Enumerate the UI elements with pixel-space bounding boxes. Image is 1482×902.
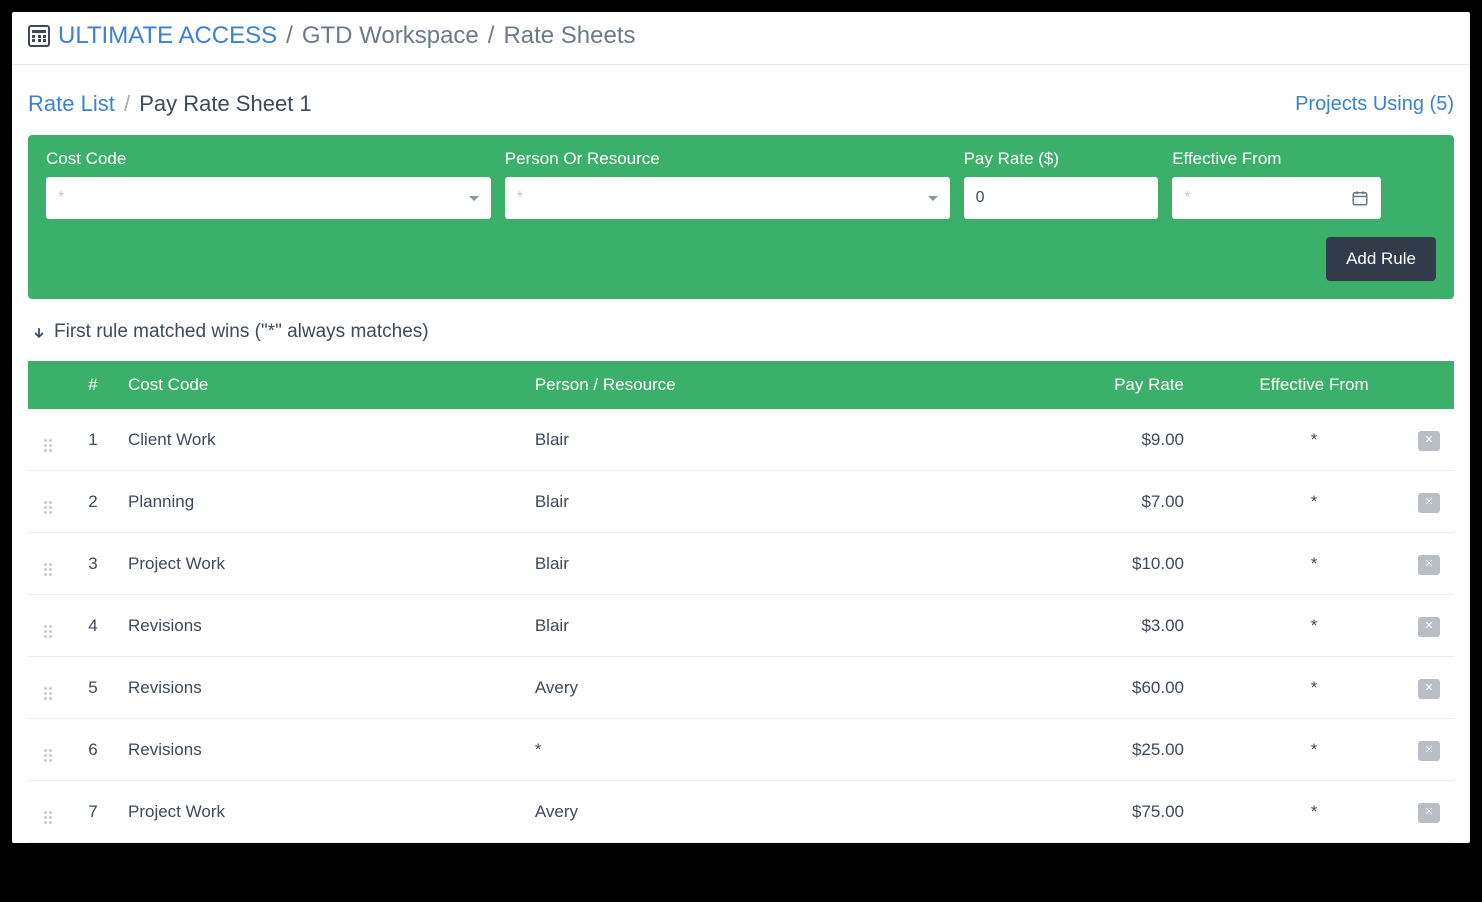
cost-code-label: Cost Code [46,149,491,169]
cell-pay-rate: $7.00 [1084,471,1224,533]
cell-cost-code: Planning [118,471,525,533]
cell-effective: * [1224,719,1404,781]
person-select[interactable]: * [505,177,950,219]
cell-cost-code: Client Work [118,409,525,471]
table-row: 2PlanningBlair$7.00* ✕ [28,471,1454,533]
breadcrumb-sep: / [488,22,495,50]
cost-code-select[interactable]: * [46,177,491,219]
cell-number: 3 [68,533,118,595]
cell-cost-code: Revisions [118,657,525,719]
table-row: 7Project WorkAvery$75.00* ✕ [28,781,1454,843]
breadcrumb-workspace: GTD Workspace [302,22,479,50]
cell-number: 2 [68,471,118,533]
col-person: Person / Resource [525,361,1084,409]
cell-person: Blair [525,409,1084,471]
person-placeholder: * [517,189,523,207]
table-row: 1Client WorkBlair$9.00* ✕ [28,409,1454,471]
cell-person: Blair [525,471,1084,533]
calculator-icon [28,25,50,47]
cell-effective: * [1224,781,1404,843]
rate-list-link[interactable]: Rate List [28,91,115,116]
cell-cost-code: Project Work [118,781,525,843]
person-label: Person Or Resource [505,149,950,169]
col-handle [28,361,68,409]
cell-person: Avery [525,657,1084,719]
drag-handle-icon[interactable] [44,501,52,514]
cell-pay-rate: $9.00 [1084,409,1224,471]
cell-number: 5 [68,657,118,719]
delete-row-button[interactable]: ✕ [1418,803,1440,823]
add-rule-button[interactable]: Add Rule [1326,237,1436,281]
delete-row-button[interactable]: ✕ [1418,431,1440,451]
cell-pay-rate: $75.00 [1084,781,1224,843]
cell-number: 6 [68,719,118,781]
table-row: 6Revisions*$25.00*✕ [28,719,1454,781]
cell-pay-rate: $3.00 [1084,595,1224,657]
effective-from-placeholder: * [1184,189,1190,207]
rule-hint: First rule matched wins ("*" always matc… [32,321,1450,343]
cell-person: * [525,719,1084,781]
pay-rate-input-wrap [964,177,1159,219]
drag-handle-icon[interactable] [44,811,52,824]
drag-handle-icon[interactable] [44,563,52,576]
pay-rate-input[interactable] [976,189,1147,207]
cell-person: Avery [525,781,1084,843]
cell-effective: * [1224,657,1404,719]
cell-cost-code: Revisions [118,595,525,657]
delete-row-button[interactable]: ✕ [1418,741,1440,761]
cell-pay-rate: $10.00 [1084,533,1224,595]
cell-effective: * [1224,471,1404,533]
cost-code-placeholder: * [58,189,64,207]
col-number: # [68,361,118,409]
cell-pay-rate: $25.00 [1084,719,1224,781]
breadcrumb: ULTIMATE ACCESS / GTD Workspace / Rate S… [12,12,1470,65]
rule-hint-text: First rule matched wins ("*" always matc… [54,321,429,343]
col-effective: Effective From [1224,361,1404,409]
cell-number: 4 [68,595,118,657]
calendar-icon [1351,189,1369,207]
chevron-down-icon [928,196,938,201]
pay-rate-label: Pay Rate ($) [964,149,1159,169]
cell-cost-code: Revisions [118,719,525,781]
delete-row-button[interactable]: ✕ [1418,679,1440,699]
breadcrumb-org-link[interactable]: ULTIMATE ACCESS [58,22,277,50]
rules-table: # Cost Code Person / Resource Pay Rate E… [28,361,1454,843]
cell-effective: * [1224,595,1404,657]
delete-row-button[interactable]: ✕ [1418,555,1440,575]
table-row: 4RevisionsBlair$3.00* ✕ [28,595,1454,657]
delete-row-button[interactable]: ✕ [1418,493,1440,513]
cell-effective: * [1224,409,1404,471]
delete-row-button[interactable]: ✕ [1418,617,1440,637]
cell-effective: * [1224,533,1404,595]
chevron-down-icon [469,196,479,201]
cell-person: Blair [525,595,1084,657]
breadcrumb-sep: / [286,22,293,50]
cell-number: 1 [68,409,118,471]
col-pay-rate: Pay Rate [1084,361,1224,409]
drag-handle-icon[interactable] [44,687,52,700]
drag-handle-icon[interactable] [44,625,52,638]
projects-using-link[interactable]: Projects Using (5) [1295,93,1454,116]
arrow-down-icon [32,325,46,339]
add-rule-form: Cost Code * Person Or Resource * Pay Rat… [28,135,1454,299]
col-cost-code: Cost Code [118,361,525,409]
table-row: 3Project WorkBlair$10.00* ✕ [28,533,1454,595]
drag-handle-icon[interactable] [44,749,52,762]
sheet-name: Pay Rate Sheet 1 [139,91,311,116]
effective-from-input[interactable]: * [1172,177,1381,219]
cell-person: Blair [525,533,1084,595]
subnav-sep: / [124,91,130,116]
cell-pay-rate: $60.00 [1084,657,1224,719]
cell-cost-code: Project Work [118,533,525,595]
table-row: 5RevisionsAvery$60.00* ✕ [28,657,1454,719]
breadcrumb-section: Rate Sheets [503,22,635,50]
col-delete [1404,361,1454,409]
drag-handle-icon[interactable] [44,439,52,452]
cell-number: 7 [68,781,118,843]
effective-from-label: Effective From [1172,149,1381,169]
